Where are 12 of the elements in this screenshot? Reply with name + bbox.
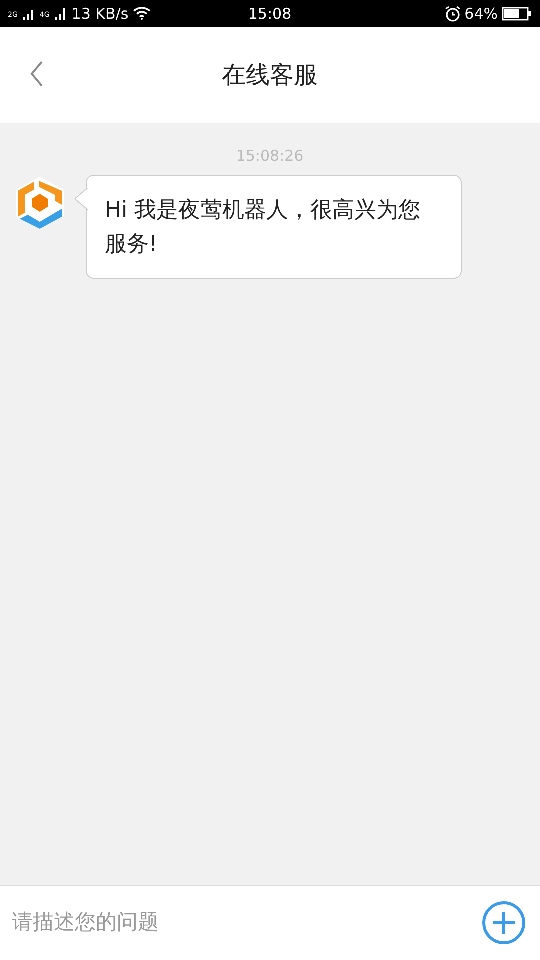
signal-icon	[54, 6, 68, 20]
page-title: 在线客服	[222, 60, 318, 91]
wifi-icon	[132, 7, 151, 20]
battery-icon	[502, 6, 532, 20]
plus-icon	[482, 901, 526, 945]
bubble-tail	[75, 188, 88, 210]
battery-percent: 64%	[464, 4, 498, 22]
add-button[interactable]	[482, 901, 526, 945]
clock: 15:08	[248, 4, 292, 22]
network-speed: 13 KB/s	[72, 4, 129, 22]
alarm-icon	[444, 6, 461, 22]
chevron-icon	[30, 61, 44, 87]
